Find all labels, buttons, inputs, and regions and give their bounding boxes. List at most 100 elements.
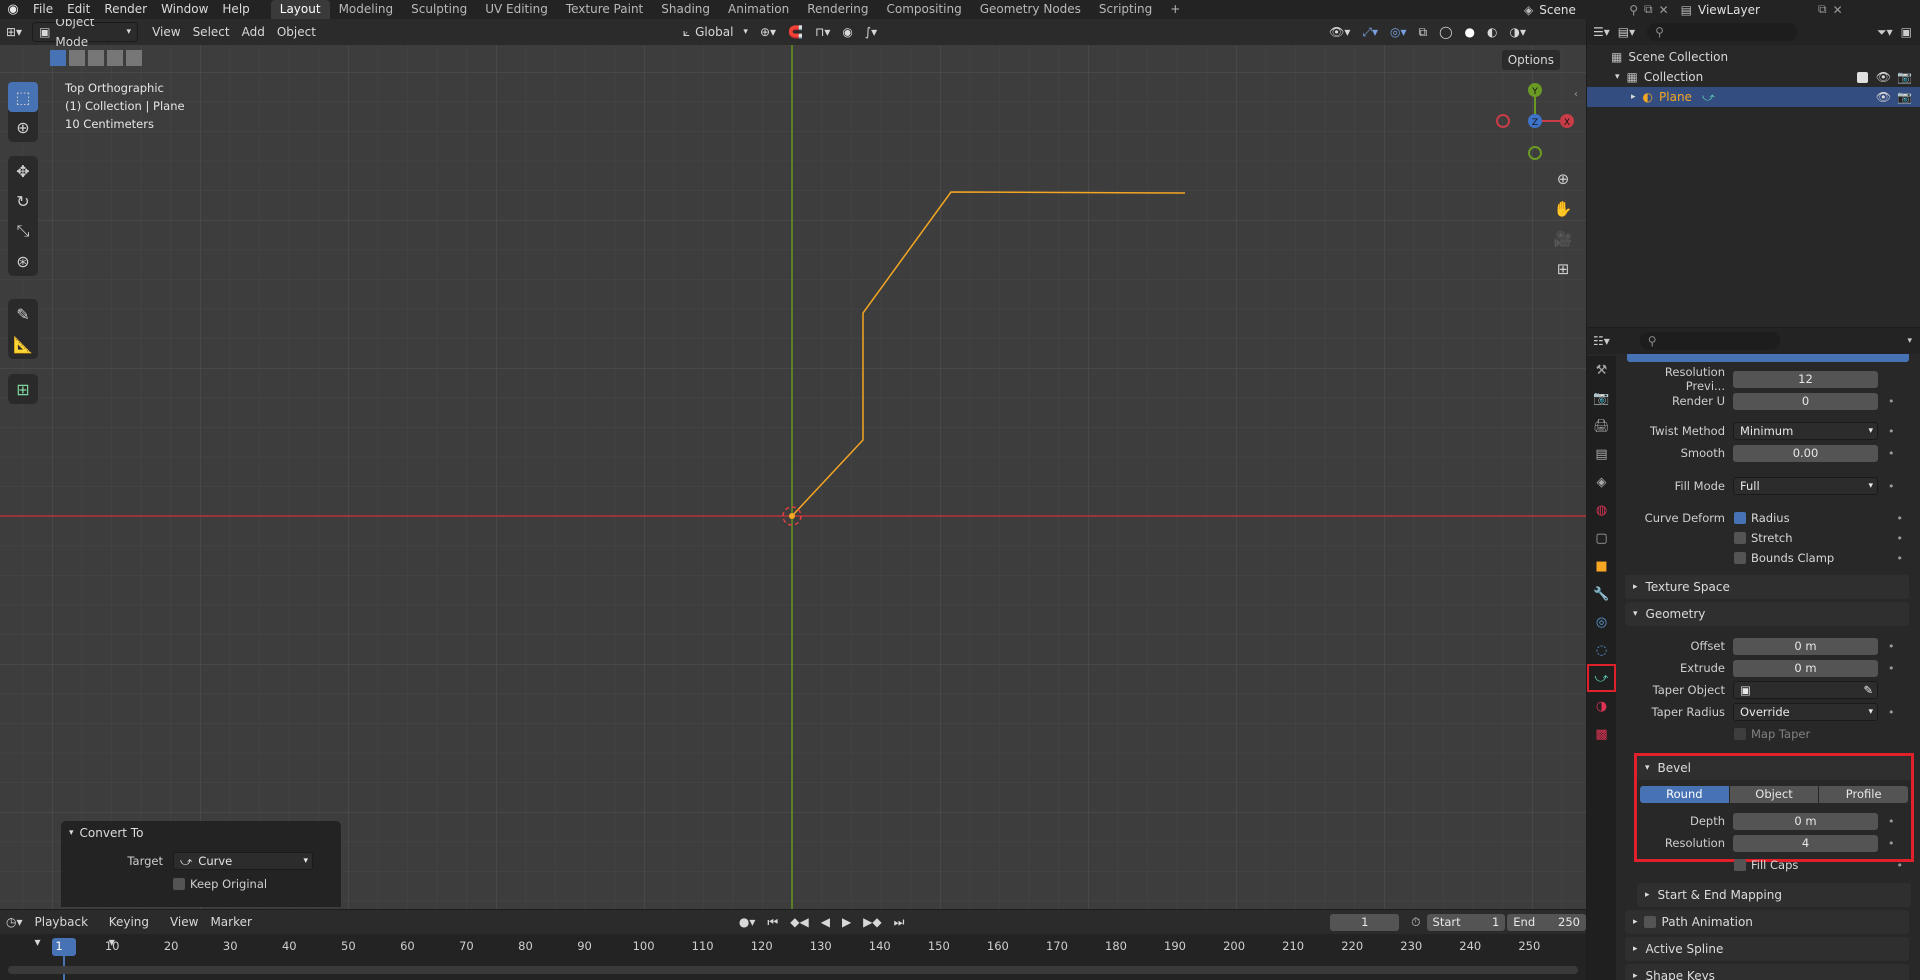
outliner-scene-collection[interactable]: ▦ Scene Collection — [1587, 47, 1920, 67]
map-taper-checkbox[interactable] — [1734, 728, 1746, 740]
keyframe-dot-icon[interactable]: • — [1888, 815, 1895, 828]
eyedropper-icon[interactable]: ✎ — [1863, 682, 1873, 698]
tab-sculpting[interactable]: Sculpting — [402, 0, 476, 19]
pivot-icon[interactable]: ⊕▾ — [754, 22, 782, 42]
play-icon[interactable]: ▶ — [836, 912, 857, 932]
tool-tab-icon[interactable]: ⚒ — [1587, 356, 1616, 384]
solid-shading-icon[interactable]: ● — [1459, 22, 1481, 42]
physics-tab-icon[interactable]: ◌ — [1587, 636, 1616, 664]
curve-data-tab-icon[interactable]: ⤻ — [1587, 664, 1616, 692]
menu-edit[interactable]: Edit — [60, 0, 97, 19]
visibility-icon[interactable]: 👁▾ — [1323, 22, 1356, 42]
snap-icon[interactable]: 🧲 — [782, 22, 809, 42]
menu-help[interactable]: Help — [215, 0, 256, 19]
new-collection-icon[interactable]: ▣ — [1901, 25, 1912, 39]
keyframe-dot-icon[interactable]: • — [1897, 859, 1904, 872]
camera-icon[interactable]: 📷 — [1897, 87, 1912, 107]
texture-tab-icon[interactable]: ▩ — [1587, 720, 1616, 748]
resolution-field[interactable]: 4 — [1733, 834, 1878, 852]
tab-geometry-nodes[interactable]: Geometry Nodes — [971, 0, 1090, 19]
tab-texture-paint[interactable]: Texture Paint — [557, 0, 652, 19]
select-intersect-icon[interactable] — [126, 50, 142, 66]
taper-radius-dropdown[interactable]: Override ▾ — [1733, 703, 1878, 721]
outliner-type-icon[interactable]: ☰▾ — [1593, 25, 1610, 39]
menu-timeline-view[interactable]: View — [164, 912, 204, 932]
scene-name[interactable]: Scene — [1539, 3, 1629, 17]
close-layer-icon[interactable]: ✕ — [1833, 3, 1843, 17]
outliner-search-input[interactable]: ⚲ — [1647, 23, 1798, 41]
chevron-down-icon[interactable]: ▾ — [1907, 336, 1912, 346]
falloff-icon[interactable]: ∫▾ — [859, 22, 883, 42]
twist-method-dropdown[interactable]: Minimum ▾ — [1733, 422, 1878, 440]
transform-tool-icon[interactable]: ⊛ — [8, 246, 38, 276]
proportional-edit-icon[interactable]: ◉ — [836, 22, 858, 42]
scale-tool-icon[interactable]: ⤡ — [8, 216, 38, 246]
fill-caps-checkbox[interactable] — [1734, 859, 1746, 871]
render-tab-icon[interactable]: 📷 — [1587, 384, 1616, 412]
auto-key-icon[interactable]: ●▾ — [733, 912, 762, 932]
copy-layer-icon[interactable]: ⧉ — [1818, 2, 1827, 17]
tab-scripting[interactable]: Scripting — [1090, 0, 1161, 19]
properties-search-input[interactable]: ⚲ — [1639, 332, 1780, 350]
camera-view-icon[interactable]: 🎥 — [1550, 224, 1576, 254]
object-tab-icon[interactable]: ■ — [1587, 552, 1616, 580]
scene-tab-icon[interactable]: ◈ — [1587, 468, 1616, 496]
menu-window[interactable]: Window — [154, 0, 215, 19]
gizmo-neg-x-axis[interactable] — [1496, 114, 1510, 128]
frame-ruler[interactable]: 1 10 20 30 40 50 60 70 80 90 100 110 120 130 140 150 160… — [0, 938, 1586, 956]
offset-field[interactable]: 0 m — [1733, 637, 1878, 655]
keep-original-checkbox[interactable] — [173, 878, 185, 890]
editor-type-icon[interactable]: ⊞▾ — [0, 22, 28, 42]
menu-add[interactable]: Add — [236, 22, 271, 42]
tab-layout[interactable]: Layout — [270, 0, 330, 19]
convert-to-header[interactable]: ▾ Convert To — [61, 821, 341, 845]
stretch-checkbox[interactable] — [1734, 532, 1746, 544]
close-scene-icon[interactable]: ✕ — [1659, 3, 1669, 17]
options-dropdown[interactable]: Options — [1501, 50, 1560, 70]
filter-icon[interactable]: ⏷▾ — [1877, 25, 1893, 40]
keyframe-dot-icon[interactable]: • — [1888, 480, 1895, 493]
add-workspace-icon[interactable]: + — [1161, 0, 1189, 19]
view-layer-name[interactable]: ViewLayer — [1698, 3, 1818, 17]
output-tab-icon[interactable]: 🖨 — [1587, 412, 1616, 440]
tab-uv-editing[interactable]: UV Editing — [476, 0, 557, 19]
start-end-mapping-panel[interactable]: ▸ Start & End Mapping — [1637, 883, 1911, 907]
menu-select[interactable]: Select — [187, 22, 236, 42]
chevron-right-icon[interactable]: ▸ — [1631, 87, 1636, 107]
copy-scene-icon[interactable]: ⧉ — [1644, 2, 1653, 17]
overlay-toggle-icon[interactable]: ◎▾ — [1384, 22, 1413, 42]
keyframe-dot-icon[interactable]: • — [1888, 447, 1895, 460]
select-subtract-icon[interactable] — [88, 50, 104, 66]
blender-logo-icon[interactable]: ◉ — [0, 2, 26, 17]
menu-view[interactable]: View — [146, 22, 186, 42]
tab-compositing[interactable]: Compositing — [877, 0, 970, 19]
menu-marker[interactable]: Marker — [204, 912, 257, 932]
collection-tab-icon[interactable]: ▢ — [1587, 524, 1616, 552]
menu-file[interactable]: File — [26, 0, 60, 19]
particles-tab-icon[interactable]: ◎ — [1587, 608, 1616, 636]
start-frame-field[interactable]: Start 1 — [1426, 913, 1506, 931]
active-spline-panel[interactable]: ▸ Active Spline — [1625, 937, 1909, 961]
shape-keys-panel[interactable]: ▸ Shape Keys — [1625, 964, 1909, 980]
menu-render[interactable]: Render — [97, 0, 154, 19]
pan-hand-icon[interactable]: ✋ — [1550, 194, 1576, 224]
wireframe-shading-icon[interactable]: ◯ — [1433, 22, 1458, 42]
keyframe-dot-icon[interactable]: • — [1888, 837, 1895, 850]
xray-icon[interactable]: ⧉ — [1413, 22, 1434, 42]
tab-rendering[interactable]: Rendering — [798, 0, 877, 19]
bounds-clamp-checkbox[interactable] — [1734, 552, 1746, 564]
select-invert-icon[interactable] — [107, 50, 123, 66]
modifier-tab-icon[interactable]: 🔧 — [1587, 580, 1616, 608]
add-cube-tool-icon[interactable]: ⊞ — [8, 374, 38, 404]
eye-icon[interactable]: 👁 — [1876, 87, 1891, 107]
properties-type-icon[interactable]: ☷▾ — [1593, 334, 1610, 348]
curve-data-icon[interactable]: ⤻ — [1702, 87, 1715, 107]
zoom-icon[interactable]: ⊕ — [1550, 164, 1576, 194]
fill-mode-dropdown[interactable]: Full ▾ — [1733, 477, 1878, 495]
scene-selector[interactable]: ◈ Scene ⚲ ⧉ ✕ ▤ ViewLayer ⧉ ✕ — [1524, 0, 1843, 19]
transform-orientation-dropdown[interactable]: ⟀ Global ▾ — [677, 22, 754, 42]
current-frame-field[interactable]: 1 — [1330, 913, 1400, 931]
keyframe-dot-icon[interactable]: • — [1897, 552, 1904, 565]
camera-icon[interactable]: 📷 — [1897, 67, 1912, 87]
tab-modeling[interactable]: Modeling — [330, 0, 403, 19]
